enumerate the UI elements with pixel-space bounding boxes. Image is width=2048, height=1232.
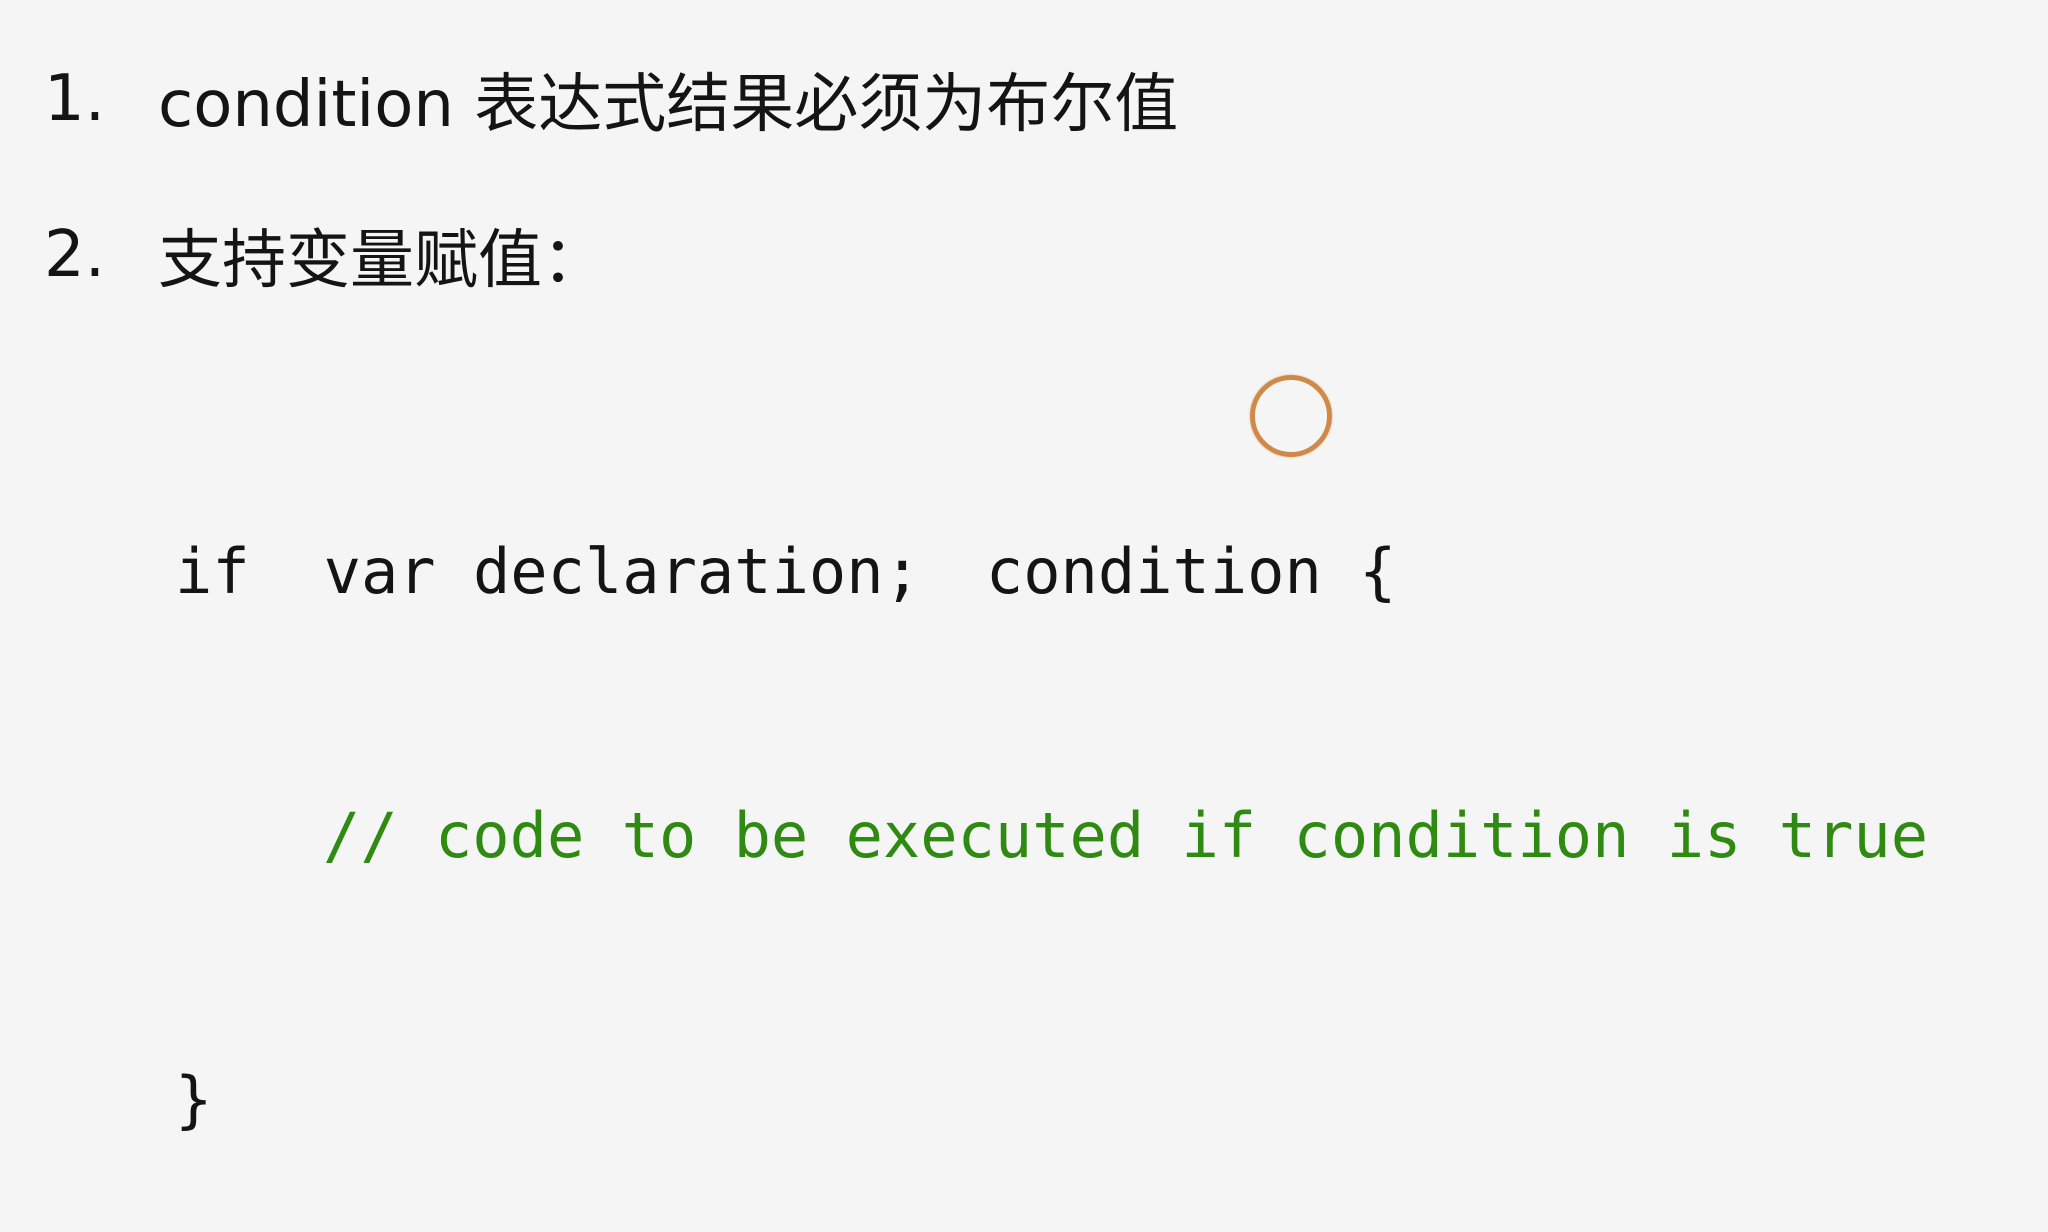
code-block: if var declaration; condition { // code to… bbox=[175, 352, 1928, 1232]
list-number: 1. bbox=[44, 62, 106, 136]
code-condition: condition { bbox=[985, 535, 1397, 608]
mouse-cursor-highlight-icon bbox=[1250, 375, 1332, 457]
list-text: 支持变量赋值： bbox=[158, 224, 606, 298]
code-declaration: var declaration; bbox=[323, 535, 921, 608]
code-keyword-if: if bbox=[175, 535, 250, 608]
code-line-1: if var declaration; condition { bbox=[175, 528, 1928, 616]
code-line-3: } bbox=[175, 1056, 1928, 1144]
list-item-1: 1. condition 表达式结果必须为布尔值 bbox=[44, 44, 1178, 154]
code-closing-brace: } bbox=[175, 1063, 213, 1136]
code-line-2: // code to be executed if condition is t… bbox=[175, 792, 1928, 880]
list-text: condition 表达式结果必须为布尔值 bbox=[158, 68, 1179, 142]
code-comment: // code to be executed if condition is t… bbox=[323, 799, 1929, 872]
list-item-2: 2. 支持变量赋值： bbox=[44, 200, 606, 310]
list-number: 2. bbox=[44, 218, 106, 292]
